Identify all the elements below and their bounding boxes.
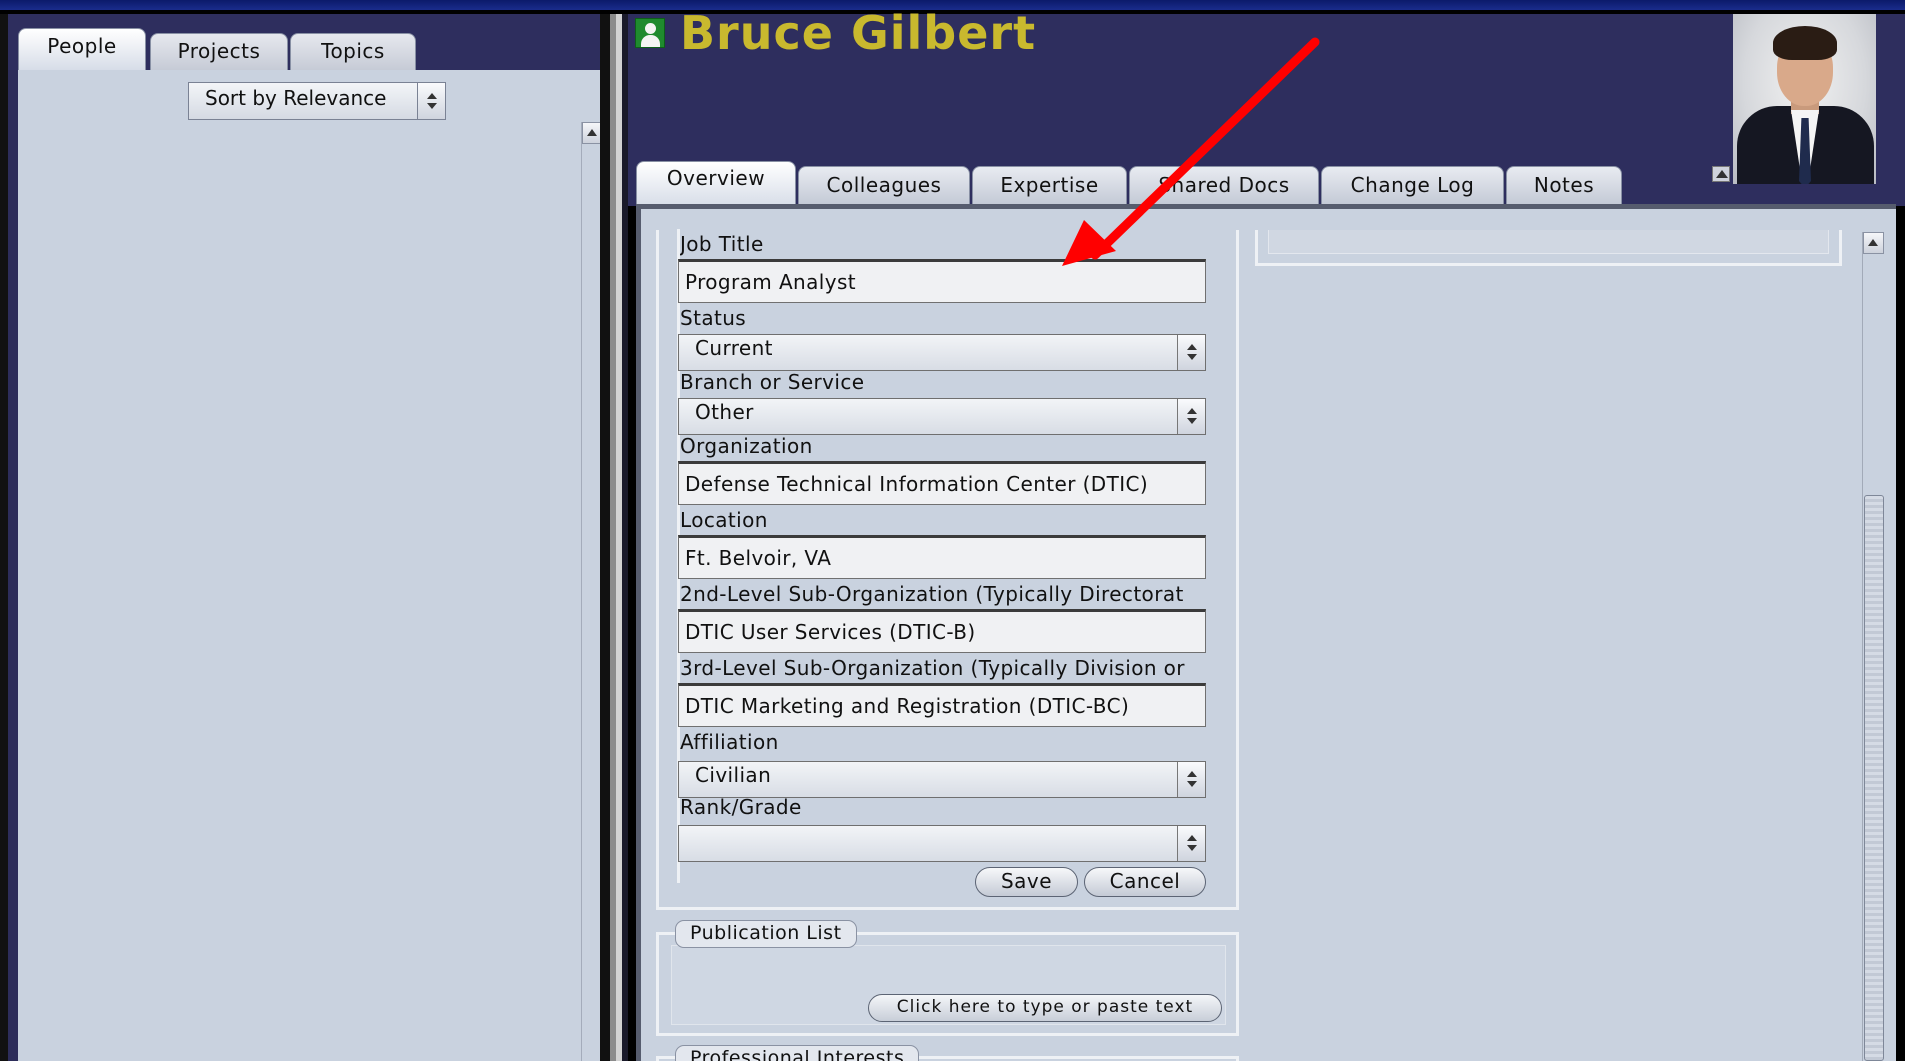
tab-topics[interactable]: Topics bbox=[290, 33, 416, 70]
job-title-label: Job Title bbox=[680, 232, 764, 256]
affiliation-spinner[interactable] bbox=[1177, 762, 1205, 797]
organization-field[interactable] bbox=[678, 461, 1206, 505]
tab-change-log[interactable]: Change Log bbox=[1321, 166, 1504, 204]
branch-spinner[interactable] bbox=[1177, 399, 1205, 434]
tab-shared-docs[interactable]: Shared Docs bbox=[1129, 166, 1319, 204]
right-info-group bbox=[1255, 230, 1842, 266]
rank-label: Rank/Grade bbox=[680, 795, 802, 819]
job-title-field[interactable] bbox=[678, 259, 1206, 303]
branch-label: Branch or Service bbox=[680, 370, 865, 394]
sort-select[interactable]: Sort by Relevance bbox=[188, 82, 446, 120]
sub-org-3-label: 3rd-Level Sub-Organization (Typically Di… bbox=[680, 656, 1185, 680]
left-panel-content bbox=[18, 70, 601, 1061]
sub-org-2-field[interactable] bbox=[678, 609, 1206, 653]
status-select[interactable]: Current bbox=[678, 334, 1206, 371]
scroll-thumb[interactable] bbox=[1864, 495, 1884, 1061]
tab-projects[interactable]: Projects bbox=[150, 33, 288, 70]
collapse-up-icon[interactable] bbox=[1712, 166, 1730, 182]
tab-overview[interactable]: Overview bbox=[636, 161, 796, 206]
location-label: Location bbox=[680, 508, 768, 532]
affiliation-select-value: Civilian bbox=[695, 763, 772, 787]
sort-spinner[interactable] bbox=[417, 83, 445, 119]
content-scrollbar[interactable] bbox=[1862, 232, 1884, 1061]
tab-notes[interactable]: Notes bbox=[1506, 166, 1622, 204]
affiliation-select[interactable]: Civilian bbox=[678, 761, 1206, 798]
branch-select[interactable]: Other bbox=[678, 398, 1206, 435]
affiliation-label: Affiliation bbox=[680, 730, 779, 754]
person-name: Bruce Gilbert bbox=[680, 6, 1037, 60]
profile-photo bbox=[1733, 14, 1876, 184]
sort-select-value: Sort by Relevance bbox=[205, 86, 387, 110]
save-button[interactable]: Save bbox=[975, 867, 1078, 897]
status-spinner[interactable] bbox=[1177, 335, 1205, 370]
branch-select-value: Other bbox=[695, 400, 754, 424]
spinner-arrows-icon bbox=[1187, 408, 1197, 426]
tab-expertise[interactable]: Expertise bbox=[972, 166, 1127, 204]
organization-label: Organization bbox=[680, 434, 813, 458]
status-select-value: Current bbox=[695, 336, 773, 360]
paste-text-button[interactable]: Click here to type or paste text bbox=[868, 994, 1222, 1022]
publication-list-title: Publication List bbox=[675, 920, 857, 948]
sub-org-3-field[interactable] bbox=[678, 683, 1206, 727]
tab-colleagues[interactable]: Colleagues bbox=[798, 166, 970, 204]
rank-spinner[interactable] bbox=[1177, 826, 1205, 861]
professional-interests-title: Professional Interests bbox=[675, 1045, 920, 1061]
scroll-up-arrow-icon[interactable] bbox=[582, 122, 601, 144]
scroll-up-arrow-icon[interactable] bbox=[1863, 232, 1884, 254]
cancel-button[interactable]: Cancel bbox=[1084, 867, 1206, 897]
location-field[interactable] bbox=[678, 535, 1206, 579]
split-pane-divider[interactable] bbox=[600, 14, 628, 1061]
left-window-edge bbox=[0, 14, 8, 1061]
spinner-arrows-icon bbox=[427, 93, 437, 111]
spinner-arrows-icon bbox=[1187, 344, 1197, 362]
right-info-area bbox=[1268, 230, 1829, 254]
sub-org-2-label: 2nd-Level Sub-Organization (Typically Di… bbox=[680, 582, 1184, 606]
tab-people[interactable]: People bbox=[18, 28, 146, 70]
left-scrollbar[interactable] bbox=[581, 122, 601, 1061]
status-label: Status bbox=[680, 306, 747, 330]
rank-select[interactable] bbox=[678, 825, 1206, 862]
person-icon bbox=[635, 18, 665, 48]
spinner-arrows-icon bbox=[1187, 771, 1197, 789]
spinner-arrows-icon bbox=[1187, 835, 1197, 853]
